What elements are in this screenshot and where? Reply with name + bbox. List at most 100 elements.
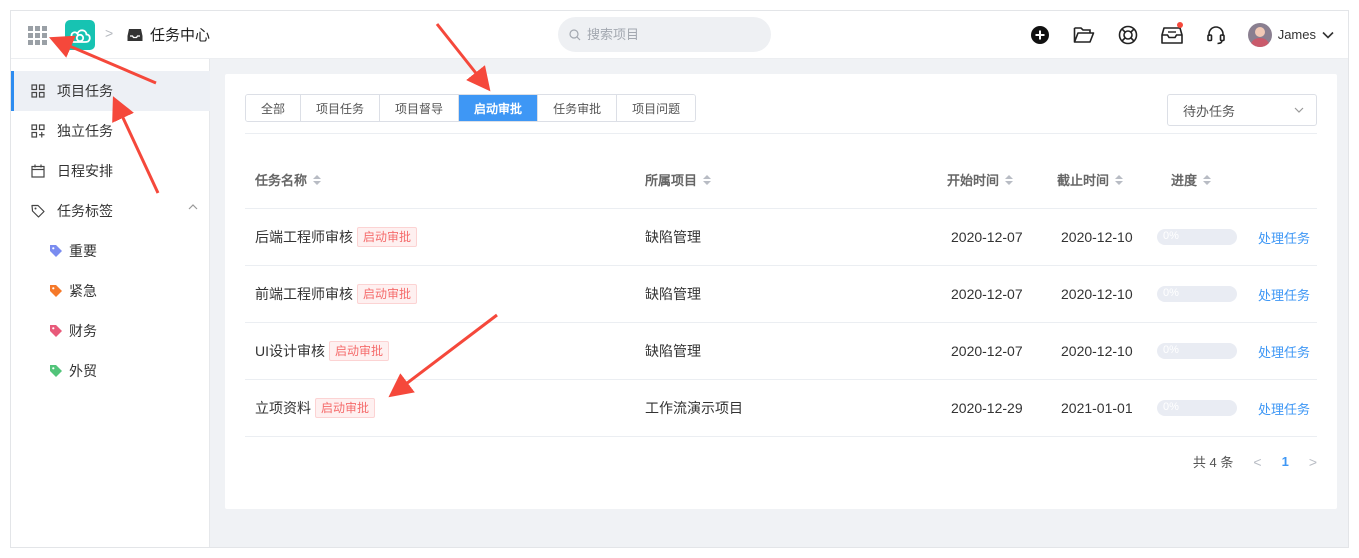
app-window: > 任务中心 搜索项目 James 项目任务 独立任务 日程安排 任务标签 重要… — [10, 10, 1349, 548]
handle-task-link[interactable]: 处理任务 — [1258, 285, 1310, 304]
cloud-logo-icon — [69, 29, 91, 43]
handle-task-link[interactable]: 处理任务 — [1258, 399, 1310, 418]
folder-button[interactable] — [1062, 11, 1106, 58]
sidebar-item-label: 项目任务 — [57, 83, 113, 99]
column-header-name[interactable]: 任务名称 — [255, 170, 322, 189]
tab-project-supervision[interactable]: 项目督导 — [380, 95, 460, 121]
tab-all[interactable]: 全部 — [246, 95, 302, 121]
sort-icon[interactable] — [1203, 174, 1212, 185]
progress-cell: 0% — [1157, 323, 1237, 379]
action-cell: 处理任务 — [1258, 323, 1310, 379]
end-date-cell: 2020-12-10 — [1061, 229, 1133, 245]
tab-project-tasks[interactable]: 项目任务 — [301, 95, 381, 121]
progress-cell: 0% — [1157, 266, 1237, 322]
sidebar-item-schedule[interactable]: 日程安排 — [11, 151, 210, 191]
support-button[interactable] — [1194, 11, 1238, 58]
task-type-tabs: 全部 项目任务 项目督导 启动审批 任务审批 项目问题 — [245, 94, 697, 122]
progress-bar: 0% — [1157, 343, 1237, 359]
action-cell: 处理任务 — [1258, 266, 1310, 322]
select-value: 待办任务 — [1183, 103, 1236, 119]
table-row: 前端工程师审核 启动审批 缺陷管理 2020-12-07 2020-12-10 … — [245, 266, 1317, 323]
status-badge: 启动审批 — [357, 227, 418, 247]
tag-label: 财务 — [69, 323, 97, 339]
search-box[interactable] — [558, 17, 771, 52]
tag-finance[interactable]: 财务 — [11, 311, 210, 351]
help-button[interactable] — [1106, 11, 1150, 58]
progress-cell: 0% — [1157, 209, 1237, 265]
tag-label: 外贸 — [69, 363, 97, 379]
sidebar-item-task-tags[interactable]: 任务标签 — [11, 191, 210, 231]
start-date-cell: 2020-12-29 — [951, 400, 1023, 416]
prev-page-icon[interactable]: < — [1253, 454, 1261, 470]
progress-bar: 0% — [1157, 400, 1237, 416]
start-date-cell: 2020-12-07 — [951, 286, 1023, 302]
breadcrumb: 任务中心 — [127, 24, 210, 45]
chevron-right-icon: > — [105, 25, 114, 41]
task-name[interactable]: 后端工程师审核 — [255, 227, 353, 247]
sidebar-item-label: 独立任务 — [57, 123, 113, 139]
search-icon — [569, 28, 581, 40]
next-page-icon[interactable]: > — [1309, 454, 1317, 470]
start-date-cell: 2020-12-07 — [951, 343, 1023, 359]
task-name[interactable]: 前端工程师审核 — [255, 284, 353, 304]
chevron-up-icon[interactable] — [188, 204, 198, 210]
handle-task-link[interactable]: 处理任务 — [1258, 228, 1310, 247]
task-name[interactable]: 立项资料 — [255, 398, 311, 418]
column-header-end[interactable]: 截止时间 — [1057, 170, 1124, 189]
lifebuoy-icon — [1118, 25, 1138, 44]
task-name[interactable]: UI设计审核 — [255, 341, 325, 361]
task-card: 全部 项目任务 项目督导 启动审批 任务审批 项目问题 待办任务 任务名称 所属… — [225, 74, 1337, 509]
end-date-cell: 2020-12-10 — [1061, 286, 1133, 302]
task-filter-select[interactable]: 待办任务 — [1167, 94, 1317, 126]
column-header-progress[interactable]: 进度 — [1171, 170, 1212, 189]
tab-project-issues[interactable]: 项目问题 — [617, 95, 696, 121]
chevron-down-icon — [1322, 31, 1334, 39]
progress-bar: 0% — [1157, 229, 1237, 245]
sidebar-item-project-tasks[interactable]: 项目任务 — [11, 71, 210, 111]
sort-icon[interactable] — [703, 174, 712, 185]
tag-important-icon — [50, 245, 62, 257]
app-logo[interactable] — [65, 20, 95, 50]
handle-task-link[interactable]: 处理任务 — [1258, 342, 1310, 361]
table-row: 立项资料 启动审批 工作流演示项目 2020-12-29 2021-01-01 … — [245, 380, 1317, 437]
progress-text: 0% — [1163, 401, 1179, 413]
task-name-cell: UI设计审核 启动审批 — [255, 323, 390, 379]
progress-bar: 0% — [1157, 286, 1237, 302]
sidebar-item-label: 任务标签 — [57, 203, 113, 219]
pagination: 共 4 条 < 1 > — [1193, 452, 1317, 471]
user-menu[interactable]: James — [1247, 22, 1334, 47]
end-date-cell: 2020-12-10 — [1061, 343, 1133, 359]
search-input[interactable] — [587, 27, 757, 42]
column-label: 开始时间 — [947, 173, 1000, 188]
apps-grid-icon[interactable] — [27, 25, 47, 45]
action-cell: 处理任务 — [1258, 209, 1310, 265]
tab-launch-approval[interactable]: 启动审批 — [459, 95, 539, 121]
column-header-project[interactable]: 所属项目 — [645, 170, 712, 189]
tag-urgent[interactable]: 紧急 — [11, 271, 210, 311]
tag-foreign-trade[interactable]: 外贸 — [11, 351, 210, 391]
column-header-start[interactable]: 开始时间 — [947, 170, 1014, 189]
sort-icon[interactable] — [313, 174, 322, 185]
column-label: 所属项目 — [645, 173, 698, 188]
sidebar: 项目任务 独立任务 日程安排 任务标签 重要 紧急 财务 外贸 — [11, 59, 210, 547]
sort-icon[interactable] — [1005, 174, 1014, 185]
tab-task-approval[interactable]: 任务审批 — [538, 95, 618, 121]
start-date-cell: 2020-12-07 — [951, 229, 1023, 245]
tag-important[interactable]: 重要 — [11, 231, 210, 271]
avatar — [1247, 22, 1272, 47]
add-button[interactable] — [1018, 11, 1062, 58]
page-number[interactable]: 1 — [1282, 454, 1289, 469]
sidebar-item-label: 日程安排 — [57, 163, 113, 179]
project-cell: 缺陷管理 — [645, 229, 701, 245]
tag-label: 重要 — [69, 243, 97, 259]
progress-text: 0% — [1163, 230, 1179, 242]
sidebar-item-independent-tasks[interactable]: 独立任务 — [11, 111, 210, 151]
headset-icon — [1206, 25, 1225, 44]
sort-icon[interactable] — [1115, 174, 1124, 185]
messages-button[interactable] — [1150, 11, 1194, 58]
project-cell: 缺陷管理 — [645, 286, 701, 302]
end-date-cell: 2021-01-01 — [1061, 400, 1133, 416]
column-label: 截止时间 — [1057, 173, 1110, 188]
folder-open-icon — [1073, 26, 1095, 43]
plus-circle-icon — [1030, 25, 1049, 44]
